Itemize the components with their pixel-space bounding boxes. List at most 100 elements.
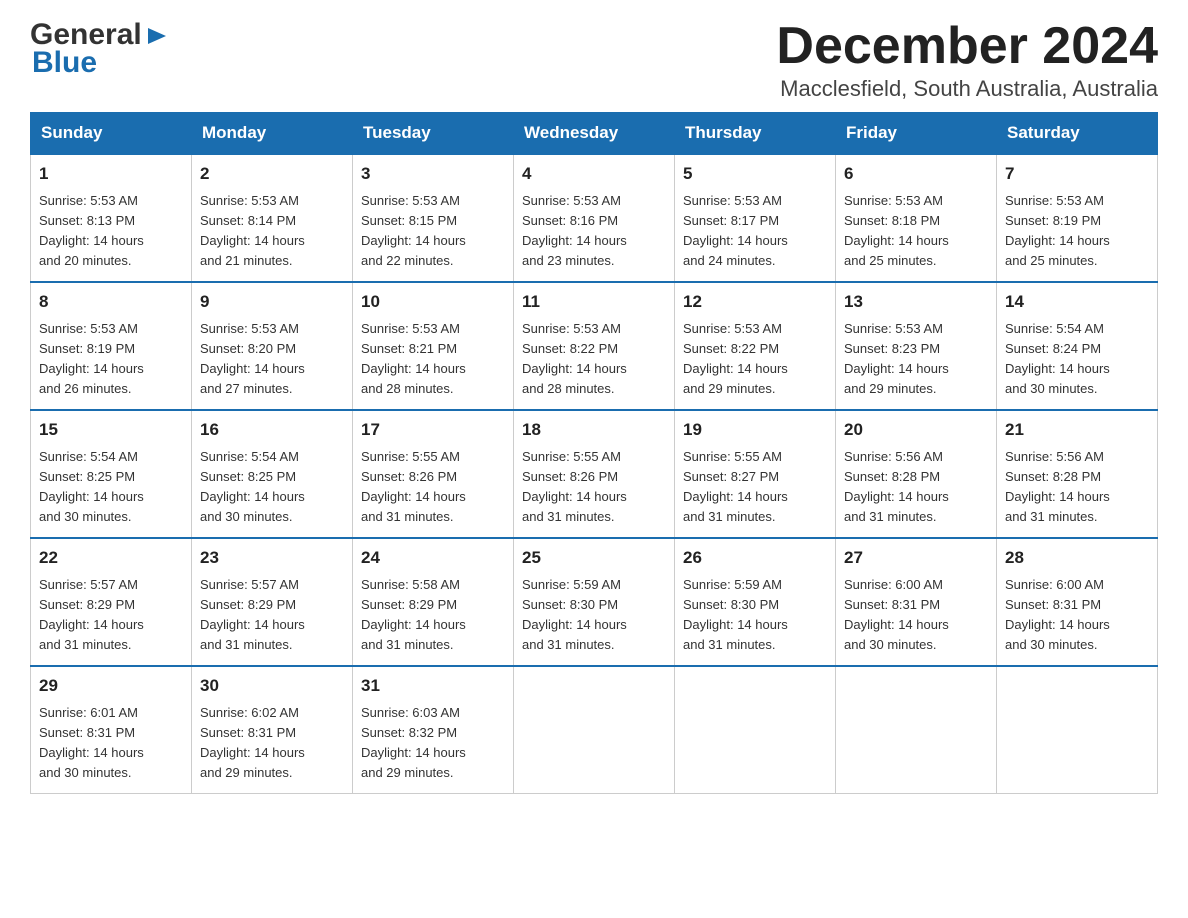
day-number: 7 [1005,161,1149,187]
calendar-day-cell: 1 Sunrise: 5:53 AMSunset: 8:13 PMDayligh… [31,154,192,282]
calendar-week-row: 1 Sunrise: 5:53 AMSunset: 8:13 PMDayligh… [31,154,1158,282]
page-header: General Blue December 2024 Macclesfield,… [30,20,1158,102]
day-info: Sunrise: 5:53 AMSunset: 8:16 PMDaylight:… [522,191,666,272]
calendar-day-cell: 4 Sunrise: 5:53 AMSunset: 8:16 PMDayligh… [514,154,675,282]
calendar-day-cell: 10 Sunrise: 5:53 AMSunset: 8:21 PMDaylig… [353,282,514,410]
location-subtitle: Macclesfield, South Australia, Australia [776,76,1158,102]
calendar-week-row: 8 Sunrise: 5:53 AMSunset: 8:19 PMDayligh… [31,282,1158,410]
day-number: 10 [361,289,505,315]
day-info: Sunrise: 5:58 AMSunset: 8:29 PMDaylight:… [361,575,505,656]
day-info: Sunrise: 5:59 AMSunset: 8:30 PMDaylight:… [683,575,827,656]
calendar-day-cell [836,666,997,794]
calendar-day-cell: 17 Sunrise: 5:55 AMSunset: 8:26 PMDaylig… [353,410,514,538]
day-info: Sunrise: 5:54 AMSunset: 8:25 PMDaylight:… [39,447,183,528]
calendar-day-cell: 23 Sunrise: 5:57 AMSunset: 8:29 PMDaylig… [192,538,353,666]
day-number: 13 [844,289,988,315]
day-number: 26 [683,545,827,571]
day-number: 8 [39,289,183,315]
calendar-day-cell: 16 Sunrise: 5:54 AMSunset: 8:25 PMDaylig… [192,410,353,538]
day-info: Sunrise: 5:56 AMSunset: 8:28 PMDaylight:… [844,447,988,528]
calendar-day-cell: 6 Sunrise: 5:53 AMSunset: 8:18 PMDayligh… [836,154,997,282]
day-info: Sunrise: 5:55 AMSunset: 8:27 PMDaylight:… [683,447,827,528]
calendar-day-cell [997,666,1158,794]
day-info: Sunrise: 5:53 AMSunset: 8:23 PMDaylight:… [844,319,988,400]
calendar-header-tuesday: Tuesday [353,113,514,155]
calendar-day-cell: 12 Sunrise: 5:53 AMSunset: 8:22 PMDaylig… [675,282,836,410]
day-info: Sunrise: 5:59 AMSunset: 8:30 PMDaylight:… [522,575,666,656]
day-info: Sunrise: 5:55 AMSunset: 8:26 PMDaylight:… [522,447,666,528]
day-number: 15 [39,417,183,443]
day-info: Sunrise: 5:57 AMSunset: 8:29 PMDaylight:… [39,575,183,656]
calendar-day-cell [675,666,836,794]
day-info: Sunrise: 5:54 AMSunset: 8:24 PMDaylight:… [1005,319,1149,400]
day-number: 25 [522,545,666,571]
day-number: 18 [522,417,666,443]
day-number: 27 [844,545,988,571]
day-number: 4 [522,161,666,187]
calendar-day-cell: 27 Sunrise: 6:00 AMSunset: 8:31 PMDaylig… [836,538,997,666]
day-number: 20 [844,417,988,443]
day-info: Sunrise: 5:53 AMSunset: 8:20 PMDaylight:… [200,319,344,400]
day-number: 9 [200,289,344,315]
day-number: 28 [1005,545,1149,571]
calendar-day-cell: 18 Sunrise: 5:55 AMSunset: 8:26 PMDaylig… [514,410,675,538]
calendar-week-row: 29 Sunrise: 6:01 AMSunset: 8:31 PMDaylig… [31,666,1158,794]
calendar-day-cell: 20 Sunrise: 5:56 AMSunset: 8:28 PMDaylig… [836,410,997,538]
day-number: 3 [361,161,505,187]
day-number: 17 [361,417,505,443]
calendar-header-thursday: Thursday [675,113,836,155]
day-info: Sunrise: 6:00 AMSunset: 8:31 PMDaylight:… [844,575,988,656]
day-number: 19 [683,417,827,443]
calendar-day-cell: 7 Sunrise: 5:53 AMSunset: 8:19 PMDayligh… [997,154,1158,282]
day-number: 11 [522,289,666,315]
logo: General Blue [30,20,172,80]
calendar-day-cell: 14 Sunrise: 5:54 AMSunset: 8:24 PMDaylig… [997,282,1158,410]
calendar-day-cell: 19 Sunrise: 5:55 AMSunset: 8:27 PMDaylig… [675,410,836,538]
calendar-day-cell: 25 Sunrise: 5:59 AMSunset: 8:30 PMDaylig… [514,538,675,666]
calendar-day-cell: 11 Sunrise: 5:53 AMSunset: 8:22 PMDaylig… [514,282,675,410]
day-info: Sunrise: 5:57 AMSunset: 8:29 PMDaylight:… [200,575,344,656]
calendar-day-cell: 15 Sunrise: 5:54 AMSunset: 8:25 PMDaylig… [31,410,192,538]
day-info: Sunrise: 5:53 AMSunset: 8:22 PMDaylight:… [522,319,666,400]
day-info: Sunrise: 5:53 AMSunset: 8:13 PMDaylight:… [39,191,183,272]
calendar-header-sunday: Sunday [31,113,192,155]
day-number: 29 [39,673,183,699]
calendar-day-cell: 21 Sunrise: 5:56 AMSunset: 8:28 PMDaylig… [997,410,1158,538]
day-info: Sunrise: 5:53 AMSunset: 8:15 PMDaylight:… [361,191,505,272]
calendar-header-monday: Monday [192,113,353,155]
day-info: Sunrise: 5:53 AMSunset: 8:14 PMDaylight:… [200,191,344,272]
day-number: 12 [683,289,827,315]
calendar-day-cell: 2 Sunrise: 5:53 AMSunset: 8:14 PMDayligh… [192,154,353,282]
day-info: Sunrise: 6:03 AMSunset: 8:32 PMDaylight:… [361,703,505,784]
calendar-day-cell: 31 Sunrise: 6:03 AMSunset: 8:32 PMDaylig… [353,666,514,794]
calendar-header-wednesday: Wednesday [514,113,675,155]
day-info: Sunrise: 6:01 AMSunset: 8:31 PMDaylight:… [39,703,183,784]
calendar-day-cell: 3 Sunrise: 5:53 AMSunset: 8:15 PMDayligh… [353,154,514,282]
calendar-table: SundayMondayTuesdayWednesdayThursdayFrid… [30,112,1158,794]
calendar-day-cell: 26 Sunrise: 5:59 AMSunset: 8:30 PMDaylig… [675,538,836,666]
calendar-day-cell: 9 Sunrise: 5:53 AMSunset: 8:20 PMDayligh… [192,282,353,410]
month-title: December 2024 [776,20,1158,72]
calendar-day-cell: 29 Sunrise: 6:01 AMSunset: 8:31 PMDaylig… [31,666,192,794]
calendar-day-cell: 8 Sunrise: 5:53 AMSunset: 8:19 PMDayligh… [31,282,192,410]
day-number: 22 [39,545,183,571]
title-area: December 2024 Macclesfield, South Austra… [776,20,1158,102]
day-info: Sunrise: 5:53 AMSunset: 8:18 PMDaylight:… [844,191,988,272]
day-number: 16 [200,417,344,443]
calendar-header-row: SundayMondayTuesdayWednesdayThursdayFrid… [31,113,1158,155]
day-number: 6 [844,161,988,187]
day-number: 31 [361,673,505,699]
day-number: 5 [683,161,827,187]
day-info: Sunrise: 5:53 AMSunset: 8:21 PMDaylight:… [361,319,505,400]
calendar-week-row: 15 Sunrise: 5:54 AMSunset: 8:25 PMDaylig… [31,410,1158,538]
day-number: 1 [39,161,183,187]
day-info: Sunrise: 6:02 AMSunset: 8:31 PMDaylight:… [200,703,344,784]
calendar-day-cell: 13 Sunrise: 5:53 AMSunset: 8:23 PMDaylig… [836,282,997,410]
calendar-day-cell [514,666,675,794]
day-info: Sunrise: 5:54 AMSunset: 8:25 PMDaylight:… [200,447,344,528]
logo-blue: Blue [30,46,97,80]
day-info: Sunrise: 5:53 AMSunset: 8:19 PMDaylight:… [39,319,183,400]
day-info: Sunrise: 5:53 AMSunset: 8:22 PMDaylight:… [683,319,827,400]
day-info: Sunrise: 5:53 AMSunset: 8:19 PMDaylight:… [1005,191,1149,272]
calendar-header-saturday: Saturday [997,113,1158,155]
